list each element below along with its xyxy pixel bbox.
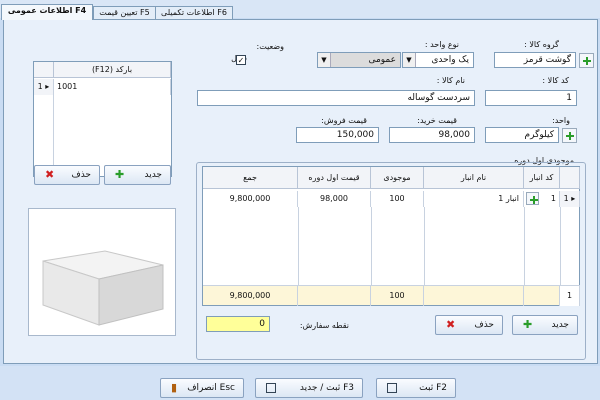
buy-price-field[interactable]: 98,000	[389, 127, 475, 143]
table-row-name[interactable]: انبار 1	[424, 191, 524, 207]
barcode-cell[interactable]: 1001	[54, 79, 171, 95]
barcode-grid-corner	[34, 62, 54, 78]
save-icon	[266, 382, 278, 394]
grid-col-qty: موجودی	[371, 167, 424, 189]
tab-extra-info[interactable]: اطلاعات تکمیلی F6	[155, 6, 233, 19]
chevron-down-icon: ▼	[318, 53, 331, 67]
footer-count: 1	[560, 286, 580, 306]
footer-total: 9,800,000	[203, 286, 298, 306]
main-panel: گروه کالا : گوشت قرمز نوع واحد : ▼ یک وا…	[3, 19, 598, 364]
footer-price	[298, 286, 371, 306]
table-row-qty[interactable]: 100	[371, 191, 424, 207]
barcode-row-indicator[interactable]: 1 ▸	[34, 79, 54, 95]
add-unit-button[interactable]	[562, 128, 577, 143]
cancel-button[interactable]: ▮ انصراف Esc	[160, 378, 244, 398]
delete-icon: ✖	[446, 318, 456, 331]
unit-type-label: نوع واحد :	[424, 40, 459, 49]
exit-door-icon: ▮	[171, 381, 178, 394]
grid-corner	[560, 167, 580, 189]
grid-col-name: نام انبار	[424, 167, 524, 189]
code-field[interactable]: 1	[485, 90, 577, 106]
name-label: نام کالا :	[436, 76, 465, 85]
add-warehouse-button[interactable]	[526, 192, 539, 205]
table-row-indicator[interactable]: 1 ▸	[560, 191, 580, 207]
footer-code	[524, 286, 560, 306]
unit-type-select[interactable]: ▼ یک واحدی	[402, 52, 474, 68]
tab-bar: اطلاعات تکمیلی F6 تعیین قیمت F5 اطلاعات …	[0, 0, 600, 20]
barcode-delete-button[interactable]: ✖ حذف	[34, 165, 100, 185]
grid-footer: 9,800,000 100 1	[203, 285, 580, 306]
barcode-new-button[interactable]: ✚ جدید	[104, 165, 171, 185]
group-label: گروه کالا :	[524, 40, 559, 49]
table-row-code[interactable]: 1	[524, 191, 560, 207]
grid-col-code: کد انبار	[524, 167, 560, 189]
table-row-price[interactable]: 98,000	[298, 191, 371, 207]
general-select[interactable]: ▼ عمومی	[317, 52, 401, 68]
name-field[interactable]: سردست گوساله	[197, 90, 475, 106]
reorder-point-field[interactable]: 0	[206, 316, 270, 332]
status-label: وضعیت:	[256, 42, 284, 51]
delete-icon: ✖	[45, 168, 55, 181]
footer-bar: ثبت F2 ثبت / جدید F3 ▮ انصراف Esc	[0, 366, 600, 400]
tab-pricing[interactable]: تعیین قیمت F5	[93, 6, 156, 19]
inventory-delete-button[interactable]: ✖ حذف	[435, 315, 503, 335]
plus-icon: ✚	[523, 318, 533, 331]
unit-label: واحد:	[552, 116, 570, 125]
save-icon	[387, 382, 399, 394]
barcode-grid: (F12) بارکد 1 ▸ 1001	[33, 61, 172, 177]
grid-col-lines	[203, 207, 580, 285]
reorder-label: نقطه سفارش:	[299, 321, 349, 330]
unit-field[interactable]: کیلوگرم	[485, 127, 559, 143]
sell-price-label: قیمت فروش:	[321, 116, 367, 125]
box-icon	[42, 250, 164, 326]
tab-general-info[interactable]: اطلاعات عمومی F4	[1, 4, 93, 20]
barcode-column-header: (F12) بارکد	[54, 62, 171, 78]
sell-price-field[interactable]: 150,000	[296, 127, 379, 143]
table-row-total[interactable]: 9,800,000	[203, 191, 298, 207]
group-field[interactable]: گوشت قرمز	[494, 52, 576, 68]
chevron-down-icon: ▼	[403, 53, 416, 67]
save-button[interactable]: ثبت F2	[376, 378, 456, 398]
footer-name	[424, 286, 524, 306]
add-group-button[interactable]	[579, 53, 594, 68]
code-label: کد کالا :	[542, 76, 569, 85]
save-new-button[interactable]: ثبت / جدید F3	[255, 378, 363, 398]
inventory-new-button[interactable]: ✚ جدید	[512, 315, 578, 335]
inventory-grid: جمع قیمت اول دوره موجودی نام انبار کد ان…	[202, 166, 580, 306]
active-checkbox[interactable]: ✓	[236, 55, 246, 65]
plus-icon: ✚	[115, 168, 125, 181]
footer-qty: 100	[371, 286, 424, 306]
grid-col-price: قیمت اول دوره	[298, 167, 371, 189]
grid-col-total: جمع	[203, 167, 298, 189]
product-image	[28, 208, 176, 336]
buy-price-label: قیمت خرید:	[417, 116, 457, 125]
